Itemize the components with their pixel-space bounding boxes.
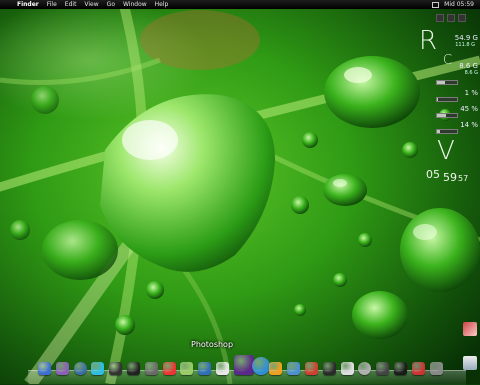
time-letter: V [437,136,455,166]
time-minute: 59 [443,171,457,184]
widget-controls [436,14,466,22]
other-bar [436,129,458,134]
menu-file[interactable]: File [47,0,57,9]
dashboard-icon[interactable] [56,362,69,375]
chat-icon[interactable] [341,362,354,375]
dock-hover-label: Photoshop [191,340,233,349]
meter-fill-top [437,81,445,84]
meter-bar-top [436,80,458,85]
apple-menu-icon[interactable] [4,0,11,9]
terminal-icon[interactable] [323,362,336,375]
movie-icon[interactable] [109,362,122,375]
wordpress-icon[interactable] [198,362,211,375]
cpu-percent: 1 % [452,89,478,97]
pinwheel-icon[interactable] [269,362,282,375]
mail-icon[interactable] [287,362,300,375]
widget-button-1[interactable] [436,14,444,22]
photoshop-icon[interactable] [234,355,254,375]
app-icon[interactable] [180,362,193,375]
disk-sub: 111.8 G [440,42,475,48]
wallpaper-leaf [0,0,480,384]
camera-icon[interactable] [394,362,407,375]
display-icon[interactable] [432,2,439,8]
disk-total: 54.9 G [440,34,478,42]
fruit-icon[interactable] [305,362,318,375]
gear-icon[interactable] [412,362,425,375]
menu-go[interactable]: Go [107,0,115,9]
other-bar-fill [437,130,440,133]
menu-edit[interactable]: Edit [65,0,77,9]
photo-icon[interactable] [145,362,158,375]
time-hour: 05 [426,168,440,181]
widget-button-3[interactable] [458,14,466,22]
pdf-icon[interactable] [163,362,176,375]
desktop-file-icon[interactable] [463,322,477,336]
desktop-drive-icon[interactable] [463,356,477,370]
memory-bar-fill [437,114,446,117]
c-total: 8.6 G [445,62,478,70]
itunes-icon[interactable] [91,362,104,375]
memory-percent: 45 % [452,105,478,113]
menubar-clock[interactable]: Mid 05:59 [444,0,474,9]
disk-letter: R [419,26,437,56]
menu-window[interactable]: Window [123,0,147,9]
menu-view[interactable]: View [84,0,98,9]
film-icon[interactable] [127,362,140,375]
other-percent: 14 % [452,121,478,129]
clock-icon[interactable] [376,362,389,375]
time-second: 57 [458,174,468,183]
menu-bar: Finder File Edit View Go Window Help Mid… [0,0,480,9]
globe-icon[interactable] [252,357,270,375]
widget-button-2[interactable] [447,14,455,22]
scissors-icon[interactable] [216,362,229,375]
safari-icon[interactable] [74,362,87,375]
cpu-bar [436,97,458,102]
menu-help[interactable]: Help [155,0,169,9]
menu-finder[interactable]: Finder [17,0,39,9]
trash-icon[interactable] [430,362,443,375]
c-sub: 8.6 G [445,70,478,76]
memory-bar [436,113,458,118]
finder-icon[interactable] [38,362,51,375]
